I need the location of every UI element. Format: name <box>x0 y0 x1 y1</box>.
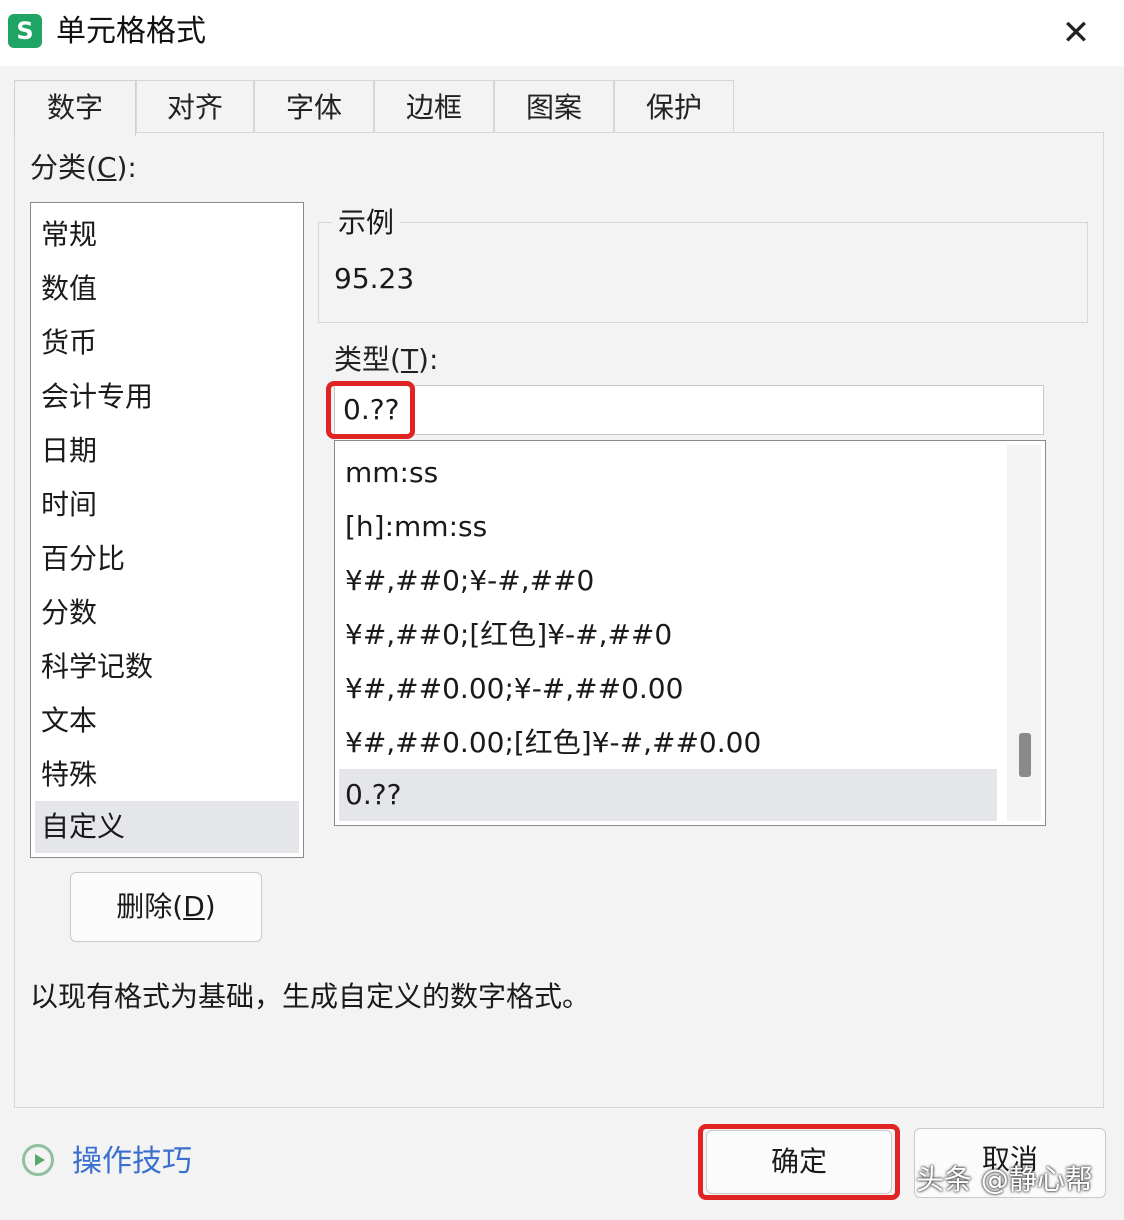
category-item-date[interactable]: 日期 <box>35 425 299 477</box>
tab-protection[interactable]: 保护 <box>614 80 734 134</box>
close-icon[interactable]: ✕ <box>1052 10 1100 56</box>
tips-link-label[interactable]: 操作技巧 <box>72 1142 192 1182</box>
sample-value: 95.23 <box>334 262 415 295</box>
sample-group <box>318 222 1088 323</box>
category-item-accounting[interactable]: 会计专用 <box>35 371 299 423</box>
format-item-selected[interactable]: 0.?? <box>339 769 997 821</box>
category-item-number[interactable]: 数值 <box>35 263 299 315</box>
category-label: 分类(C): <box>30 151 137 184</box>
format-list-scrollbar[interactable] <box>1007 445 1041 821</box>
format-item[interactable]: ¥#,##0;[红色]¥-#,##0 <box>339 609 997 661</box>
format-list[interactable]: mm:ss [h]:mm:ss ¥#,##0;¥-#,##0 ¥#,##0;[红… <box>334 440 1046 826</box>
category-list[interactable]: 常规 数值 货币 会计专用 日期 时间 百分比 分数 科学记数 文本 特殊 自定… <box>30 202 304 858</box>
category-item-currency[interactable]: 货币 <box>35 317 299 369</box>
title-bar: S 单元格格式 ✕ <box>0 0 1124 66</box>
sample-legend: 示例 <box>332 204 401 242</box>
category-item-special[interactable]: 特殊 <box>35 749 299 801</box>
format-item[interactable]: [h]:mm:ss <box>339 501 997 553</box>
type-input[interactable]: 0.?? <box>334 385 1044 435</box>
type-label: 类型(T): <box>334 343 439 376</box>
category-item-general[interactable]: 常规 <box>35 209 299 261</box>
tab-alignment[interactable]: 对齐 <box>136 80 254 134</box>
tab-font[interactable]: 字体 <box>254 80 374 134</box>
format-item[interactable]: mm:ss <box>339 447 997 499</box>
tab-border[interactable]: 边框 <box>374 80 494 134</box>
category-item-time[interactable]: 时间 <box>35 479 299 531</box>
highlight-box-ok-button <box>698 1124 900 1200</box>
description-text: 以现有格式为基础，生成自定义的数字格式。 <box>30 980 591 1013</box>
tab-number[interactable]: 数字 <box>14 80 136 136</box>
category-item-fraction[interactable]: 分数 <box>35 587 299 639</box>
dialog-title: 单元格格式 <box>56 14 206 49</box>
highlight-box-type-input <box>326 381 415 439</box>
wps-spreadsheet-icon: S <box>8 14 42 48</box>
category-item-custom[interactable]: 自定义 <box>35 801 299 853</box>
watermark: 头条 @静心帮 <box>916 1163 1093 1196</box>
format-item[interactable]: ¥#,##0;¥-#,##0 <box>339 555 997 607</box>
scrollbar-thumb[interactable] <box>1019 733 1031 777</box>
category-item-scientific[interactable]: 科学记数 <box>35 641 299 693</box>
delete-button[interactable]: 删除(D) <box>70 872 262 942</box>
play-circle-icon <box>22 1144 54 1176</box>
format-item[interactable]: ¥#,##0.00;¥-#,##0.00 <box>339 663 997 715</box>
category-item-text[interactable]: 文本 <box>35 695 299 747</box>
format-item[interactable]: ¥#,##0.00;[红色]¥-#,##0.00 <box>339 717 997 769</box>
category-item-percentage[interactable]: 百分比 <box>35 533 299 585</box>
tab-pattern[interactable]: 图案 <box>494 80 614 134</box>
